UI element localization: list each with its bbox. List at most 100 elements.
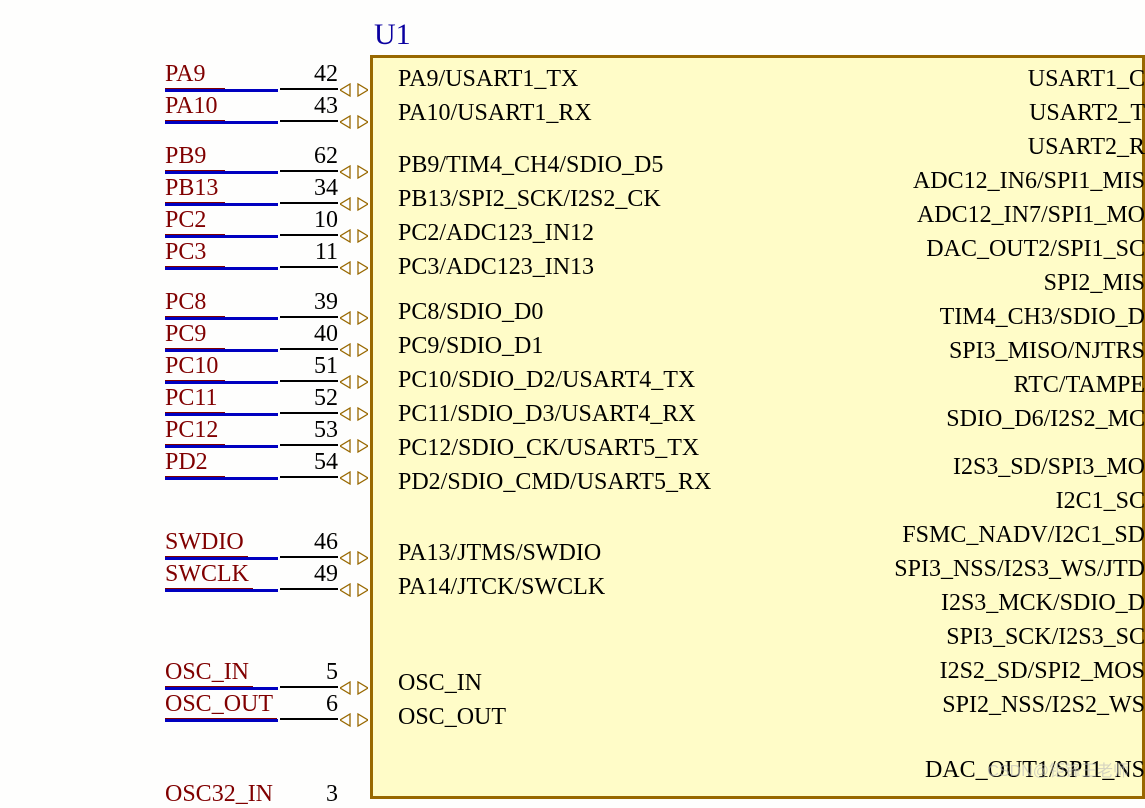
pin-function-label-right: I2S2_SD/SPI2_MOS	[940, 658, 1145, 685]
pin-function-label-right: USART1_C	[1028, 66, 1145, 93]
pin-function-label-right: ADC12_IN6/SPI1_MIS	[913, 168, 1145, 195]
wire	[165, 557, 278, 560]
net-label: PA9	[165, 61, 225, 90]
pin-number: 43	[280, 93, 338, 122]
net-label: OSC32_IN	[165, 781, 277, 808]
wire	[165, 89, 278, 92]
pin-function-label: PD2/SDIO_CMD/USART5_RX	[398, 469, 711, 496]
net-label: PC9	[165, 321, 225, 350]
pin-function-label: OSC_OUT	[398, 704, 506, 731]
pin-function-label-right: SPI2_MIS	[1044, 270, 1145, 297]
pin-function-label: PA13/JTMS/SWDIO	[398, 540, 601, 567]
wire	[165, 687, 278, 690]
wire	[165, 719, 278, 722]
net-label: SWDIO	[165, 529, 248, 558]
pin-number: 34	[280, 175, 338, 204]
net-label: PC3	[165, 239, 225, 268]
pin-function-label-right: USART2_T	[1029, 100, 1145, 127]
pin-number: 53	[280, 417, 338, 446]
pin-function-label-right: USART2_R	[1028, 134, 1145, 161]
pin-number: 5	[280, 659, 338, 688]
wire	[165, 171, 278, 174]
pin-function-label-right: SPI2_NSS/I2S2_WS	[942, 692, 1145, 719]
net-label: OSC_IN	[165, 659, 253, 688]
pin-number: 51	[280, 353, 338, 382]
pin-function-label: PC10/SDIO_D2/USART4_TX	[398, 367, 695, 394]
net-label: PA10	[165, 93, 225, 122]
pin-function-label: PA14/JTCK/SWCLK	[398, 574, 605, 601]
io-direction-icon	[340, 82, 368, 98]
io-direction-icon	[340, 342, 368, 358]
pin-function-label: PC11/SDIO_D3/USART4_RX	[398, 401, 696, 428]
pin-function-label: PB9/TIM4_CH4/SDIO_D5	[398, 152, 663, 179]
io-direction-icon	[340, 164, 368, 180]
pin-function-label-right: I2S3_SD/SPI3_MO	[953, 454, 1145, 481]
net-label: OSC_OUT	[165, 691, 277, 720]
schematic-canvas: U1 PA942PA1043PB962PB1334PC210PC311PC839…	[0, 0, 1145, 799]
io-direction-icon	[340, 406, 368, 422]
pin-number: 46	[280, 529, 338, 558]
net-label: SWCLK	[165, 561, 253, 590]
io-direction-icon	[340, 680, 368, 696]
watermark: CSDN@钜锋王老师	[987, 757, 1129, 781]
pin-number: 62	[280, 143, 338, 172]
pin-function-label: PA9/USART1_TX	[398, 66, 578, 93]
pin-function-label: PC9/SDIO_D1	[398, 333, 543, 360]
pin-number: 10	[280, 207, 338, 236]
io-direction-icon	[340, 712, 368, 728]
pin-function-label: PC2/ADC123_IN12	[398, 220, 594, 247]
wire	[165, 349, 278, 352]
pin-function-label: PC8/SDIO_D0	[398, 299, 543, 326]
io-direction-icon	[340, 438, 368, 454]
io-direction-icon	[340, 114, 368, 130]
wire	[165, 589, 278, 592]
wire	[165, 235, 278, 238]
net-label: PC12	[165, 417, 225, 446]
net-label: PC8	[165, 289, 225, 318]
pin-function-label-right: TIM4_CH3/SDIO_D	[940, 304, 1145, 331]
io-direction-icon	[340, 470, 368, 486]
pin-number: 52	[280, 385, 338, 414]
designator-label: U1	[374, 18, 411, 52]
pin-number: 6	[280, 691, 338, 720]
io-direction-icon	[340, 260, 368, 276]
pin-function-label-right: SDIO_D6/I2S2_MC	[946, 406, 1145, 433]
pin-number: 40	[280, 321, 338, 350]
net-label: PB13	[165, 175, 225, 204]
pin-number: 54	[280, 449, 338, 478]
pin-function-label-right: DAC_OUT2/SPI1_SC	[926, 236, 1145, 263]
io-direction-icon	[340, 374, 368, 390]
pin-number: 11	[280, 239, 338, 268]
pin-function-label: PC12/SDIO_CK/USART5_TX	[398, 435, 699, 462]
wire	[165, 445, 278, 448]
wire	[165, 381, 278, 384]
wire	[165, 477, 278, 480]
io-direction-icon	[340, 228, 368, 244]
wire	[165, 317, 278, 320]
io-direction-icon	[340, 310, 368, 326]
pin-function-label-right: SPI3_MISO/NJTRS	[949, 338, 1145, 365]
io-direction-icon	[340, 196, 368, 212]
pin-number: 39	[280, 289, 338, 318]
pin-function-label: OSC_IN	[398, 670, 482, 697]
pin-function-label-right: I2C1_SC	[1056, 488, 1145, 515]
pin-number: 3	[280, 781, 338, 808]
io-direction-icon	[340, 550, 368, 566]
pin-function-label-right: SPI3_NSS/I2S3_WS/JTD	[894, 556, 1145, 583]
pin-function-label-right: RTC/TAMPE	[1014, 372, 1145, 399]
pin-function-label: PB13/SPI2_SCK/I2S2_CK	[398, 186, 661, 213]
pin-function-label-right: FSMC_NADV/I2C1_SD	[902, 522, 1145, 549]
pin-function-label-right: I2S3_MCK/SDIO_D	[941, 590, 1145, 617]
pin-number: 42	[280, 61, 338, 90]
net-label: PC11	[165, 385, 225, 414]
wire	[165, 413, 278, 416]
pin-function-label: PC3/ADC123_IN13	[398, 254, 594, 281]
net-label: PC10	[165, 353, 225, 382]
wire	[165, 267, 278, 270]
pin-function-label-right: SPI3_SCK/I2S3_SC	[946, 624, 1145, 651]
net-label: PD2	[165, 449, 225, 478]
pin-number: 49	[280, 561, 338, 590]
wire	[165, 203, 278, 206]
net-label: PB9	[165, 143, 225, 172]
wire	[165, 121, 278, 124]
